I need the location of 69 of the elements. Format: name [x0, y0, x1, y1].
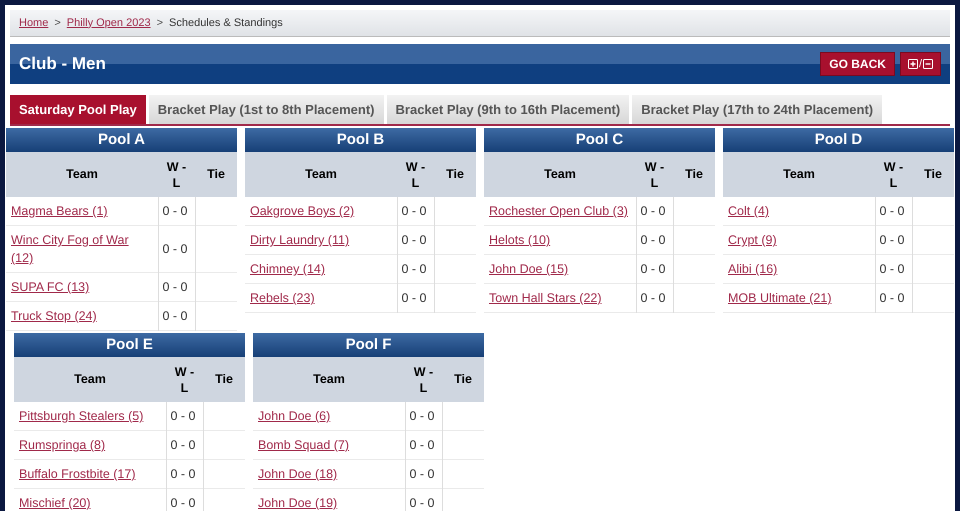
- pool-title: Pool B: [245, 128, 476, 152]
- column-header: Team: [782, 166, 816, 184]
- column-header: Team: [312, 371, 346, 388]
- team-link[interactable]: Bomb Squad (7): [258, 436, 400, 454]
- win-loss-cell: 0 - 0: [158, 302, 195, 330]
- column-header: Team: [304, 166, 338, 184]
- breadcrumb-link[interactable]: Philly Open 2023: [66, 14, 151, 32]
- column-header: Tie: [684, 166, 704, 184]
- team-link[interactable]: Buffalo Frostbite (17): [19, 465, 160, 483]
- expand-collapse-button[interactable]: /: [900, 52, 941, 76]
- team-link[interactable]: Dirty Laundry (11): [250, 231, 392, 249]
- go-back-button[interactable]: GO BACK: [820, 52, 895, 76]
- team-link[interactable]: Mischief (20): [19, 494, 160, 511]
- team-link[interactable]: Oakgrove Boys (2): [250, 202, 392, 220]
- win-loss-cell: 0 - 0: [405, 488, 442, 511]
- team-link[interactable]: Truck Stop (24): [11, 307, 152, 325]
- column-header: Tie: [923, 166, 943, 184]
- column-header: Tie: [445, 166, 465, 184]
- column-header: Tie: [206, 166, 226, 184]
- pool-title: Pool A: [6, 128, 237, 152]
- team-link[interactable]: Winc City Fog of War (12): [11, 231, 152, 267]
- pool-title: Pool F: [253, 333, 484, 357]
- column-header: W - L: [412, 364, 434, 396]
- team-link[interactable]: Pittsburgh Stealers (5): [19, 407, 160, 425]
- tab[interactable]: Bracket Play (1st to 8th Placement): [148, 95, 384, 124]
- pool-title: Pool C: [484, 128, 715, 152]
- team-link[interactable]: Rochester Open Club (3): [489, 202, 630, 220]
- team-link[interactable]: Alibi (16): [728, 260, 870, 278]
- team-link[interactable]: Rebels (23): [250, 289, 392, 307]
- column-header: Team: [543, 166, 577, 184]
- team-link[interactable]: Helots (10): [489, 231, 630, 249]
- team-link[interactable]: SUPA FC (13): [11, 278, 152, 296]
- team-link[interactable]: Magma Bears (1): [11, 202, 152, 220]
- team-link[interactable]: John Doe (19): [258, 494, 400, 511]
- team-link[interactable]: John Doe (18): [258, 465, 400, 483]
- win-loss-cell: 0 - 0: [397, 284, 434, 312]
- column-header: W - L: [174, 364, 196, 396]
- minus-square-icon: [923, 59, 933, 69]
- tab[interactable]: Bracket Play (17th to 24th Placement): [632, 95, 882, 124]
- column-header: W - L: [882, 158, 904, 190]
- win-loss-cell: 0 - 0: [636, 284, 673, 312]
- column-header: W - L: [166, 158, 188, 190]
- team-link[interactable]: Crypt (9): [728, 231, 870, 249]
- pool-title: Pool E: [14, 333, 245, 357]
- team-link[interactable]: Colt (4): [728, 202, 870, 220]
- tab[interactable]: Bracket Play (9th to 16th Placement): [386, 95, 630, 124]
- page-title: Club - Men: [19, 53, 106, 76]
- breadcrumb-current: Schedules & Standings: [169, 16, 283, 31]
- column-header: Team: [65, 166, 99, 184]
- tab[interactable]: Saturday Pool Play: [10, 95, 146, 124]
- win-loss-cell: 0 - 0: [166, 488, 203, 511]
- team-link[interactable]: Rumspringa (8): [19, 436, 160, 454]
- team-link[interactable]: Chimney (14): [250, 260, 392, 278]
- team-link[interactable]: Town Hall Stars (22): [489, 289, 630, 307]
- win-loss-cell: 0 - 0: [875, 284, 912, 312]
- column-header: Tie: [453, 371, 473, 388]
- column-header: W - L: [404, 158, 426, 190]
- separator-text: /: [918, 56, 922, 72]
- column-header: Team: [73, 371, 107, 388]
- plus-square-icon: [908, 59, 918, 69]
- column-header: W - L: [644, 158, 666, 190]
- breadcrumb-separator: >: [54, 16, 61, 31]
- team-link[interactable]: John Doe (15): [489, 260, 630, 278]
- breadcrumb-separator: >: [156, 16, 163, 31]
- column-header: Tie: [214, 371, 234, 388]
- team-link[interactable]: John Doe (6): [258, 407, 400, 425]
- pool-title: Pool D: [723, 128, 954, 152]
- breadcrumb-link[interactable]: Home: [19, 14, 48, 32]
- team-link[interactable]: MOB Ultimate (21): [728, 289, 870, 307]
